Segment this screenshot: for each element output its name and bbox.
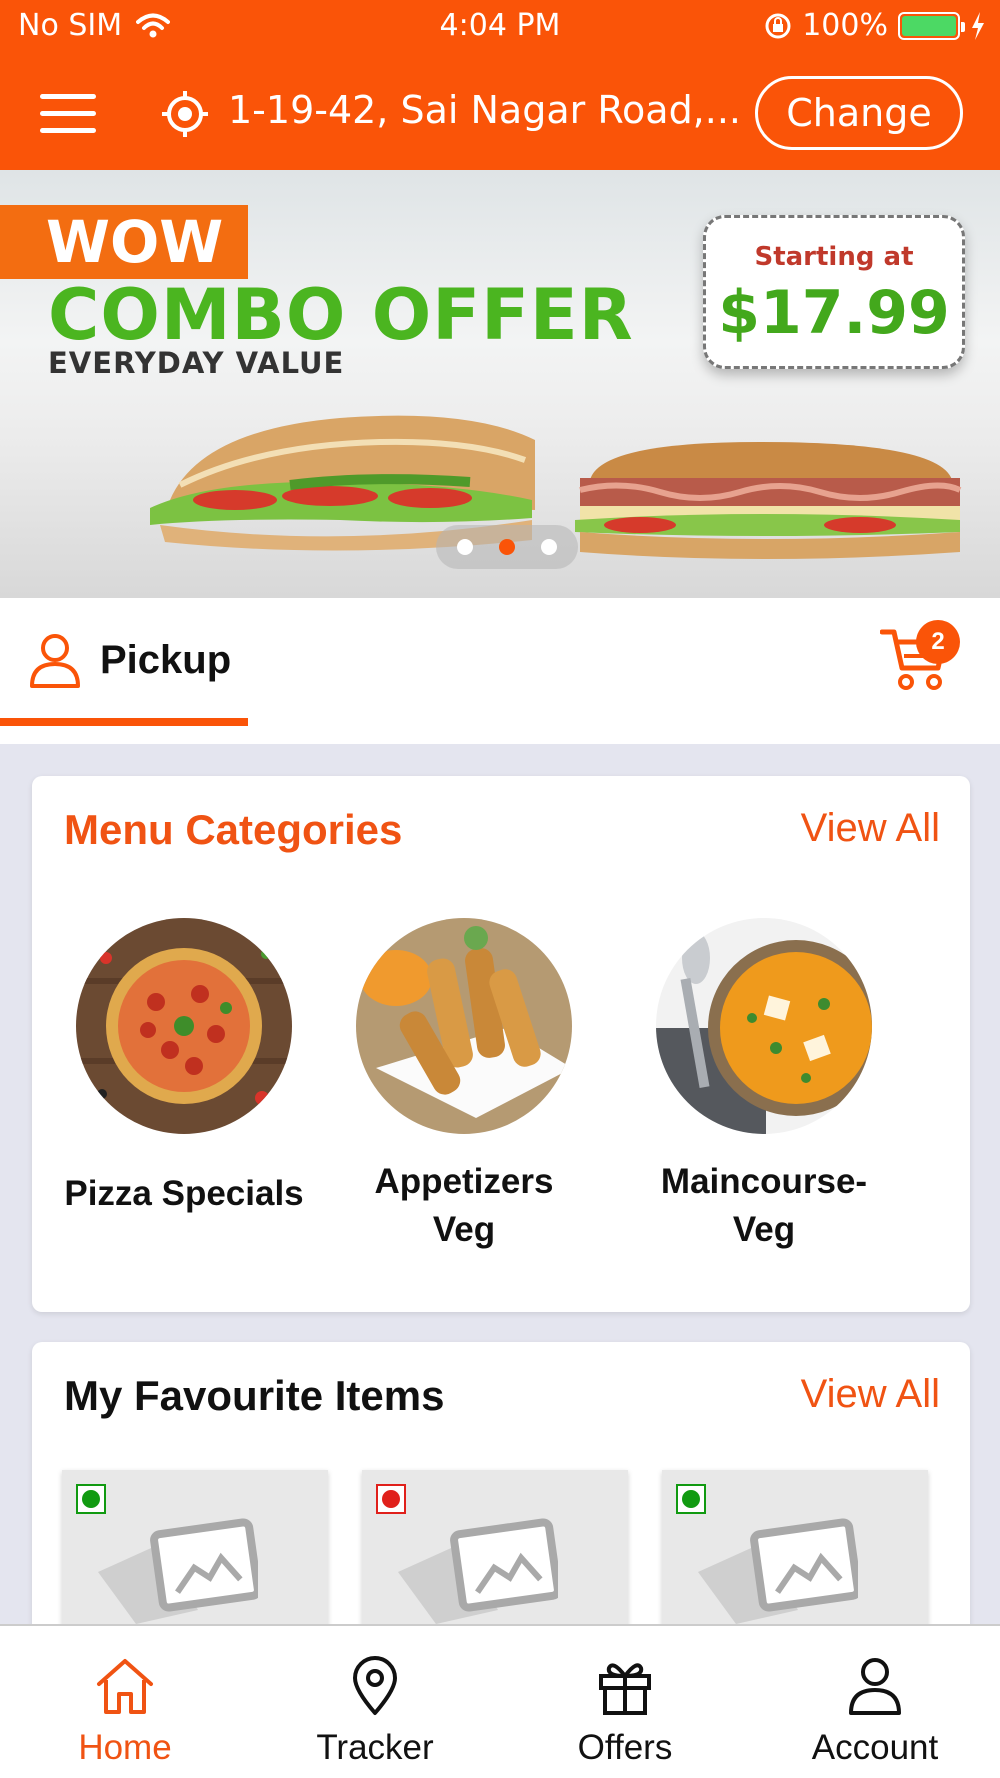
favourite-item[interactable] — [362, 1470, 628, 1630]
category-label: Pizza Specials — [64, 1174, 304, 1213]
category-appetizers-veg[interactable]: Appetizers Veg — [344, 918, 584, 1254]
status-bar: No SIM 4:04 PM 100% — [0, 0, 1000, 54]
cart-count-badge: 2 — [916, 620, 960, 664]
banner-headline: COMBO OFFER — [48, 274, 634, 356]
home-icon — [97, 1659, 153, 1714]
category-label: Maincourse-Veg — [660, 1162, 868, 1249]
change-address-button[interactable]: Change — [755, 76, 963, 150]
menu-categories-card: Menu Categories View All Pizza Specials — [32, 776, 970, 1312]
person-icon — [30, 634, 80, 688]
pizza-image — [76, 918, 292, 1134]
category-maincourse-veg[interactable]: Maincourse-Veg — [644, 918, 884, 1254]
tab-label: Home — [78, 1728, 172, 1767]
favourite-item[interactable] — [62, 1470, 328, 1630]
carousel-dot-active[interactable] — [499, 539, 515, 555]
menu-categories-title: Menu Categories — [64, 806, 403, 853]
order-mode-bar: Pickup 2 — [0, 598, 1000, 744]
pickup-tab[interactable]: Pickup — [100, 638, 231, 683]
tab-label: Account — [811, 1728, 939, 1767]
veg-indicator-icon — [76, 1484, 106, 1514]
battery-percent: 100% — [802, 8, 888, 43]
app-header: 1-19-42, Sai Nagar Road,... Change — [0, 54, 1000, 170]
favourites-title: My Favourite Items — [64, 1372, 445, 1419]
image-placeholder-icon — [398, 1518, 558, 1624]
image-placeholder-icon — [98, 1518, 258, 1624]
delivery-address[interactable]: 1-19-42, Sai Nagar Road,... — [228, 88, 741, 132]
tab-account[interactable]: Account — [750, 1626, 1000, 1778]
tab-offers[interactable]: Offers — [500, 1626, 750, 1778]
banner-badge: WOW — [0, 205, 248, 279]
gift-icon — [599, 1663, 651, 1715]
price-label: Starting at — [754, 242, 914, 272]
non-veg-indicator-icon — [376, 1484, 406, 1514]
menu-icon[interactable] — [40, 94, 96, 134]
appetizers-image — [356, 918, 572, 1134]
carousel-indicator[interactable] — [436, 525, 578, 569]
banner-tagline: EVERYDAY VALUE — [48, 346, 345, 380]
veg-indicator-icon — [676, 1484, 706, 1514]
image-placeholder-icon — [698, 1518, 858, 1624]
promo-banner[interactable]: WOW COMBO OFFER EVERYDAY VALUE Starting … — [0, 170, 1000, 598]
location-pin-icon — [353, 1656, 397, 1715]
tab-tracker[interactable]: Tracker — [250, 1626, 500, 1778]
pickup-tab-indicator — [0, 718, 248, 726]
category-pizza-specials[interactable]: Pizza Specials — [54, 918, 314, 1218]
location-target-icon — [162, 91, 208, 137]
carousel-dot[interactable] — [457, 539, 473, 555]
charging-bolt-icon — [972, 11, 984, 40]
tab-label: Tracker — [316, 1728, 434, 1767]
user-icon — [849, 1658, 901, 1715]
favourites-card: My Favourite Items View All — [32, 1342, 970, 1662]
bottom-tab-bar: Home Tracker Offers Account — [0, 1624, 1000, 1778]
favourite-item[interactable] — [662, 1470, 928, 1630]
category-label: Appetizers Veg — [374, 1162, 554, 1249]
rotation-lock-icon — [765, 13, 791, 38]
meat-sandwich-image — [575, 442, 962, 559]
carousel-dot[interactable] — [541, 539, 557, 555]
battery-icon — [898, 11, 965, 40]
favourites-view-all[interactable]: View All — [801, 1372, 940, 1417]
tab-home[interactable]: Home — [0, 1626, 250, 1778]
menu-categories-view-all[interactable]: View All — [801, 806, 940, 851]
price-card: Starting at $17.99 — [703, 215, 965, 369]
status-right: 100% — [764, 8, 986, 43]
maincourse-image — [656, 918, 872, 1134]
tab-label: Offers — [577, 1728, 673, 1767]
price-value: $17.99 — [718, 278, 950, 348]
